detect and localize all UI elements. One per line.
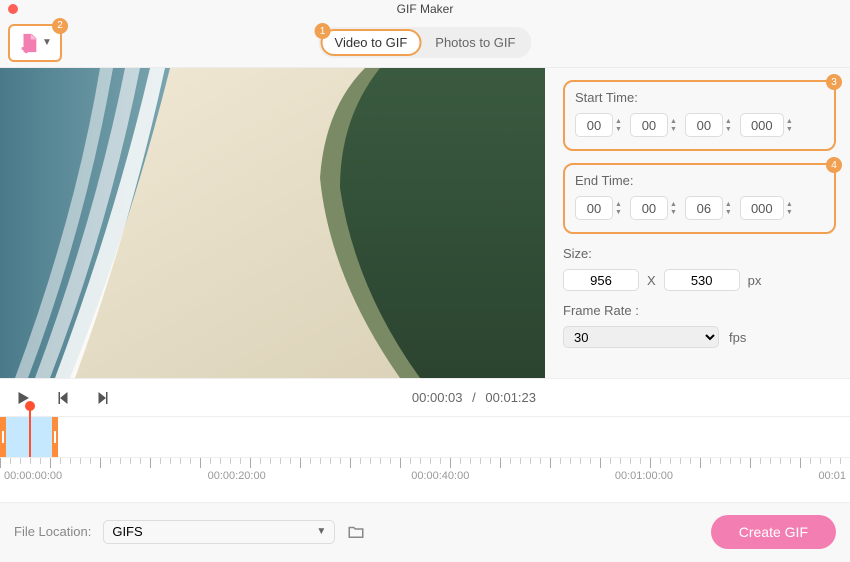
timeline[interactable]: 00:00:00:00 00:00:20:00 00:00:40:00 00:01:0…: [0, 416, 850, 502]
framerate-select[interactable]: 30: [563, 326, 719, 348]
stepper-up-icon[interactable]: ▲: [615, 118, 622, 125]
step-forward-icon[interactable]: [94, 389, 112, 407]
stepper-down-icon[interactable]: ▼: [670, 126, 677, 133]
file-location-select[interactable]: GIFS ▼: [103, 520, 335, 544]
step-back-icon[interactable]: [54, 389, 72, 407]
stepper-up-icon[interactable]: ▲: [725, 118, 732, 125]
stepper-down-icon[interactable]: ▼: [615, 126, 622, 133]
tab-video-to-gif[interactable]: 1 Video to GIF: [321, 29, 422, 56]
create-gif-button[interactable]: Create GIF: [711, 515, 836, 549]
file-location-label: File Location:: [14, 524, 91, 539]
end-ms[interactable]: [740, 196, 784, 220]
stepper-down-icon[interactable]: ▼: [725, 126, 732, 133]
file-location-value: GIFS: [112, 524, 142, 539]
size-x: X: [647, 273, 656, 288]
current-time: 00:00:03: [412, 390, 463, 405]
time-sep: /: [472, 390, 476, 405]
framerate-unit: fps: [729, 330, 746, 345]
ruler-label: 00:00:40:00: [411, 470, 469, 482]
stepper-up-icon[interactable]: ▲: [725, 201, 732, 208]
framerate-label: Frame Rate :: [563, 303, 836, 318]
window-title: GIF Maker: [0, 2, 850, 16]
preview-frame-illustration: [0, 68, 545, 378]
end-hours[interactable]: [575, 196, 613, 220]
size-label: Size:: [563, 246, 836, 261]
end-seconds[interactable]: [685, 196, 723, 220]
ruler-label: 00:01: [818, 470, 846, 482]
close-icon[interactable]: [8, 4, 18, 14]
ruler-label: 00:00:00:00: [4, 470, 62, 482]
playhead[interactable]: [29, 403, 31, 457]
size-width[interactable]: [563, 269, 639, 291]
start-seconds[interactable]: [685, 113, 723, 137]
mode-badge: 1: [315, 23, 331, 39]
stepper-up-icon[interactable]: ▲: [670, 201, 677, 208]
start-minutes[interactable]: [630, 113, 668, 137]
tab-photos-to-gif[interactable]: Photos to GIF: [421, 29, 529, 56]
chevron-down-icon: ▼: [42, 37, 52, 48]
stepper-up-icon[interactable]: ▲: [670, 118, 677, 125]
stepper-down-icon[interactable]: ▼: [786, 126, 793, 133]
folder-icon[interactable]: [347, 523, 365, 541]
stepper-down-icon[interactable]: ▼: [615, 209, 622, 216]
ruler-label: 00:01:00:00: [615, 470, 673, 482]
start-time-label: Start Time:: [575, 90, 824, 105]
start-badge: 3: [826, 74, 842, 90]
start-ms[interactable]: [740, 113, 784, 137]
stepper-down-icon[interactable]: ▼: [725, 209, 732, 216]
start-hours[interactable]: [575, 113, 613, 137]
stepper-up-icon[interactable]: ▲: [786, 118, 793, 125]
stepper-up-icon[interactable]: ▲: [786, 201, 793, 208]
stepper-up-icon[interactable]: ▲: [615, 201, 622, 208]
video-preview: [0, 68, 545, 378]
end-time-label: End Time:: [575, 173, 824, 188]
add-file-icon: [18, 32, 40, 54]
size-height[interactable]: [664, 269, 740, 291]
ruler-label: 00:00:20:00: [208, 470, 266, 482]
tab-label: Video to GIF: [335, 35, 408, 50]
time-display: 00:00:03 / 00:01:23: [412, 390, 536, 405]
stepper-down-icon[interactable]: ▼: [786, 209, 793, 216]
stepper-down-icon[interactable]: ▼: [670, 209, 677, 216]
end-minutes[interactable]: [630, 196, 668, 220]
total-time: 00:01:23: [485, 390, 536, 405]
size-unit: px: [748, 273, 762, 288]
add-media-button[interactable]: 2 ▼: [8, 24, 62, 62]
end-badge: 4: [826, 157, 842, 173]
add-badge: 2: [52, 18, 68, 34]
chevron-down-icon: ▼: [316, 526, 326, 537]
